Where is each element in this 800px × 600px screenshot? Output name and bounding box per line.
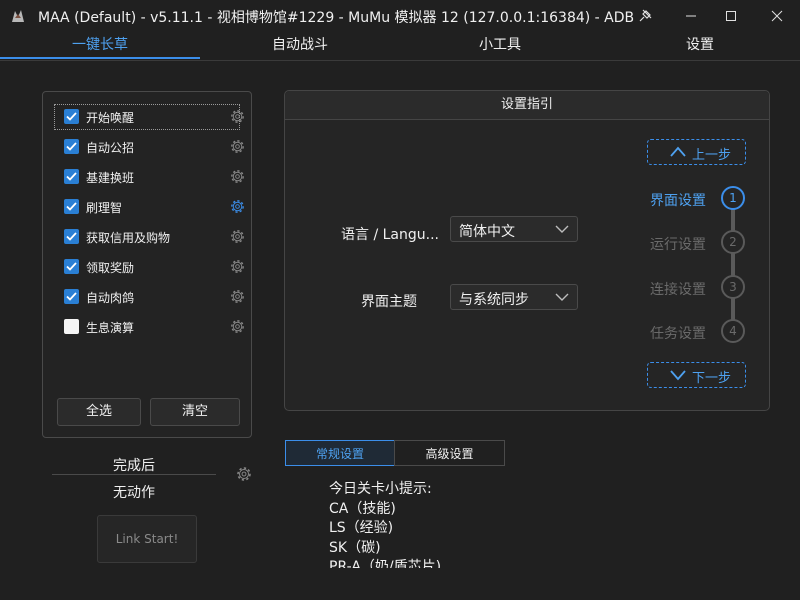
tab-tools[interactable]: 小工具 — [400, 32, 600, 58]
chevron-down-icon — [555, 293, 569, 301]
task-item-roguelike[interactable]: 自动肉鸽 — [55, 285, 244, 309]
language-select[interactable]: 简体中文 — [450, 216, 578, 242]
gear-icon[interactable] — [235, 465, 253, 483]
gear-icon[interactable] — [229, 288, 246, 305]
check-icon — [66, 112, 77, 121]
task-label: 自动肉鸽 — [86, 291, 135, 305]
task-label: 领取奖励 — [86, 261, 135, 275]
tab-normal-settings[interactable]: 常规设置 — [285, 440, 395, 466]
maximize-icon — [726, 11, 736, 21]
task-item-mall[interactable]: 获取信用及购物 — [55, 225, 244, 249]
step-number: 1 — [721, 186, 745, 210]
task-label: 开始唤醒 — [86, 111, 135, 125]
step-task-settings[interactable]: 任务设置 — [650, 323, 706, 343]
check-icon — [66, 292, 77, 301]
tip-line: PR-A（奶/盾芯片) — [329, 559, 442, 568]
after-completion-divider — [52, 474, 216, 475]
task-label: 自动公招 — [86, 141, 135, 155]
check-icon — [66, 232, 77, 241]
chevron-up-icon — [670, 146, 686, 157]
theme-select[interactable]: 与系统同步 — [450, 284, 578, 310]
task-label: 刷理智 — [86, 201, 123, 215]
step-run-settings[interactable]: 运行设置 — [650, 234, 706, 254]
next-step-button[interactable]: 下一步 — [647, 362, 746, 388]
gear-icon[interactable] — [229, 168, 246, 185]
task-item-infrast[interactable]: 基建换班 — [55, 165, 244, 189]
gear-icon[interactable] — [229, 138, 246, 155]
theme-value: 与系统同步 — [459, 292, 529, 308]
tip-line: CA（技能) — [329, 500, 396, 517]
step-number: 4 — [721, 319, 745, 343]
clear-button[interactable]: 清空 — [150, 398, 240, 426]
previous-step-button[interactable]: 上一步 — [647, 139, 746, 165]
task-checkbox[interactable] — [64, 229, 79, 244]
task-item-recruit[interactable]: 自动公招 — [55, 135, 244, 159]
after-completion-label: 完成后 — [113, 458, 155, 474]
tab-farming[interactable]: 一键长草 — [0, 32, 200, 58]
gear-icon[interactable] — [229, 228, 246, 245]
close-button[interactable] — [754, 0, 800, 32]
chevron-down-icon — [670, 370, 686, 381]
task-item-wakeup[interactable]: 开始唤醒 — [54, 104, 244, 130]
check-icon — [66, 142, 77, 151]
select-all-button[interactable]: 全选 — [57, 398, 141, 426]
step-ui-settings[interactable]: 界面设置 — [650, 190, 706, 210]
pin-icon — [639, 9, 652, 22]
task-checkbox[interactable] — [64, 169, 79, 184]
task-checkbox[interactable] — [64, 109, 79, 124]
after-completion-action[interactable]: 无动作 — [52, 482, 216, 502]
task-label: 生息演算 — [86, 321, 135, 335]
task-checkbox[interactable] — [64, 319, 79, 334]
step-number: 2 — [721, 230, 745, 254]
language-value: 简体中文 — [459, 224, 515, 240]
task-label: 基建换班 — [86, 171, 135, 185]
gear-icon[interactable] — [229, 108, 246, 125]
pin-button[interactable] — [622, 0, 668, 32]
tab-settings[interactable]: 设置 — [600, 32, 800, 58]
previous-step-label: 上一步 — [692, 148, 732, 163]
tip-line: SK（碳) — [329, 539, 381, 556]
gear-icon[interactable] — [229, 318, 246, 335]
step-connect-settings[interactable]: 连接设置 — [650, 279, 706, 299]
gear-icon[interactable] — [229, 258, 246, 275]
task-label: 获取信用及购物 — [86, 231, 171, 245]
close-icon — [771, 10, 783, 22]
check-icon — [66, 172, 77, 181]
window-title: MAA (Default) - v5.11.1 - 视相博物馆#1229 - M… — [38, 10, 635, 26]
daily-stage-tips: 今日关卡小提示: CA（技能) LS（经验) SK（碳) PR-A（奶/盾芯片) — [329, 480, 589, 568]
active-tab-indicator — [0, 57, 200, 59]
maximize-button[interactable] — [708, 0, 754, 32]
minimize-icon — [686, 15, 696, 17]
link-start-button[interactable]: Link Start! — [97, 515, 197, 563]
setup-guide-header: 设置指引 — [285, 91, 769, 120]
theme-label: 界面主题 — [361, 294, 417, 310]
task-checkbox[interactable] — [64, 259, 79, 274]
task-item-award[interactable]: 领取奖励 — [55, 255, 244, 279]
tip-line: LS（经验) — [329, 520, 394, 536]
gear-icon[interactable] — [229, 198, 246, 215]
title-bar: MAA (Default) - v5.11.1 - 视相博物馆#1229 - M… — [0, 0, 800, 32]
task-checkbox[interactable] — [64, 139, 79, 154]
next-step-label: 下一步 — [692, 371, 732, 386]
check-icon — [66, 262, 77, 271]
task-checkbox[interactable] — [64, 199, 79, 214]
task-item-reclamation[interactable]: 生息演算 — [55, 315, 244, 339]
maa-logo-icon — [12, 10, 24, 22]
tab-advanced-settings[interactable]: 高级设置 — [394, 440, 505, 466]
task-checkbox[interactable] — [64, 289, 79, 304]
step-number: 3 — [721, 275, 745, 299]
tab-auto-battle[interactable]: 自动战斗 — [200, 32, 400, 58]
task-item-fight[interactable]: 刷理智 — [55, 195, 244, 219]
language-label: 语言 / Langu... — [341, 227, 439, 243]
check-icon — [66, 202, 77, 211]
chevron-down-icon — [555, 225, 569, 233]
tips-title: 今日关卡小提示: — [329, 481, 432, 497]
task-list-panel: 开始唤醒 自动公招 基建换班 刷理智 获取信用及购物 领取奖励 自动肉鸽 生息演… — [42, 91, 252, 438]
stepper-track — [731, 208, 735, 320]
